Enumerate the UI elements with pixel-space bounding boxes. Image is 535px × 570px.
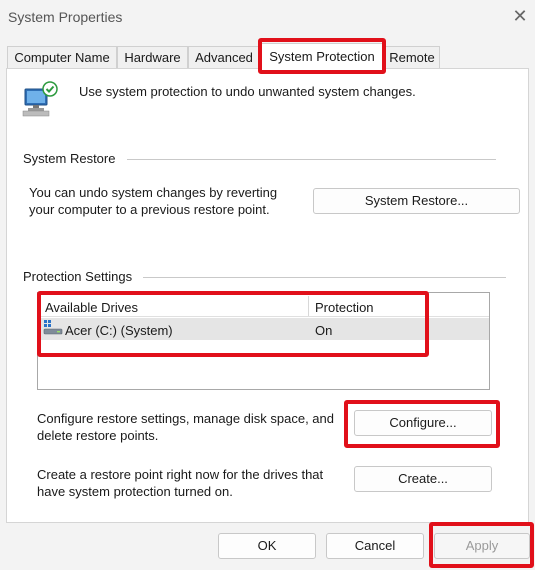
tab-advanced[interactable]: Advanced xyxy=(188,46,260,68)
tab-remote[interactable]: Remote xyxy=(384,46,440,68)
drives-highlight-box xyxy=(37,291,429,357)
create-description-line2: have system protection turned on. xyxy=(37,484,233,499)
tab-computer-name[interactable]: Computer Name xyxy=(7,46,117,68)
system-restore-description-line2: your computer to a previous restore poin… xyxy=(29,202,270,217)
tab-hardware[interactable]: Hardware xyxy=(117,46,188,68)
system-restore-description-line1: You can undo system changes by reverting xyxy=(29,185,278,200)
apply-highlight-box xyxy=(429,522,534,568)
system-restore-button[interactable]: System Restore... xyxy=(313,188,520,214)
create-description-line1: Create a restore point right now for the… xyxy=(37,467,324,482)
cancel-button[interactable]: Cancel xyxy=(326,533,424,559)
system-restore-divider xyxy=(127,159,496,160)
create-button[interactable]: Create... xyxy=(354,466,492,492)
intro-text: Use system protection to undo unwanted s… xyxy=(79,84,416,99)
window-title: System Properties xyxy=(8,9,123,25)
configure-highlight-box xyxy=(344,400,500,448)
system-restore-title: System Restore xyxy=(23,151,122,166)
ok-button[interactable]: OK xyxy=(218,533,316,559)
configure-description-line1: Configure restore settings, manage disk … xyxy=(37,411,335,426)
close-icon[interactable]: ✕ xyxy=(511,6,529,26)
protection-settings-title: Protection Settings xyxy=(23,269,139,284)
system-protection-icon xyxy=(21,80,59,120)
configure-description-line2: delete restore points. xyxy=(37,428,159,443)
protection-settings-divider xyxy=(143,277,506,278)
tab-highlight-box xyxy=(258,38,386,74)
